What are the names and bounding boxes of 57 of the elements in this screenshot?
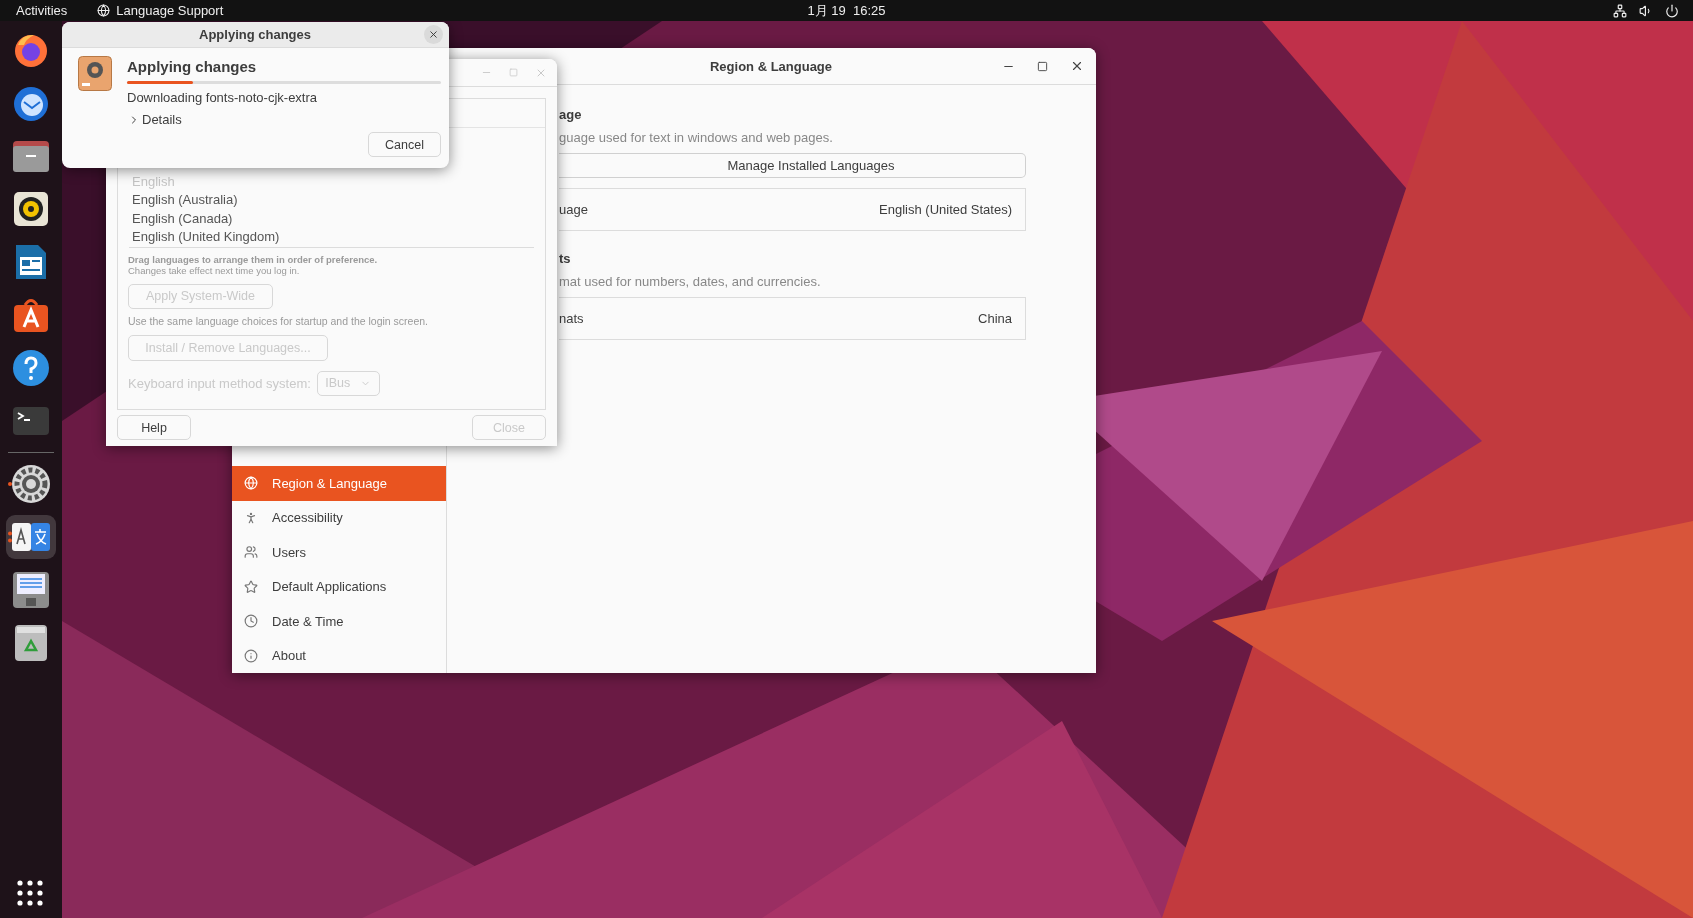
dialog-heading: Applying changes — [127, 58, 258, 75]
clock[interactable]: 1月 19 16:25 — [807, 1, 886, 20]
status-text: Downloading fonts-noto-cjk-extra — [127, 90, 319, 105]
sidebar-icon — [244, 648, 258, 663]
apply-note: Use the same language choices for startup and the login screen. — [128, 315, 428, 327]
trash-icon[interactable] — [14, 624, 48, 662]
sidebar-item[interactable]: Date & Time — [232, 604, 446, 639]
row-label: nats — [559, 311, 584, 326]
close-button[interactable] — [424, 25, 443, 44]
window-title: Region & Language — [709, 58, 833, 74]
drag-note: Changes take effect next time you log in. — [128, 264, 300, 276]
folder-icon[interactable] — [12, 139, 50, 173]
section-description: mat used for numbers, dates, and currencies. — [559, 274, 822, 289]
row-value: China — [978, 311, 1012, 326]
setting-row[interactable]: nats China — [559, 297, 1026, 340]
sidebar-item[interactable]: Users — [232, 535, 446, 570]
document-icon[interactable] — [14, 243, 48, 281]
section-heading: ts — [559, 251, 572, 266]
row-value: English (United States) — [879, 202, 1012, 217]
help-icon[interactable] — [12, 349, 50, 387]
language-item[interactable]: English (United Kingdom) — [132, 228, 534, 247]
drag-hint: Drag languages to arrange them in order of preference. — [128, 253, 378, 265]
sidebar-icon — [244, 476, 258, 491]
manage-languages-button[interactable]: Manage Installed Languages — [559, 153, 1026, 178]
sidebar-item[interactable]: Default Applications — [232, 569, 446, 604]
sidebar-item[interactable]: About — [232, 638, 446, 673]
dock-item[interactable] — [6, 515, 56, 559]
cancel-button[interactable]: Cancel — [368, 132, 441, 157]
translate-icon[interactable] — [11, 522, 51, 552]
details-expander[interactable]: Details — [128, 112, 441, 127]
sidebar-icon — [244, 510, 258, 525]
close-icon — [428, 29, 439, 40]
sidebar-item[interactable]: Region & Language — [232, 466, 446, 501]
dialog-title: Applying changes — [199, 27, 311, 42]
language-item[interactable]: English (Australia) — [132, 191, 534, 210]
shopping-bag-icon[interactable] — [12, 296, 50, 334]
sidebar-icon — [244, 614, 258, 629]
sidebar-icon — [244, 545, 258, 560]
terminal-icon[interactable] — [12, 406, 50, 436]
row-label: uage — [559, 202, 588, 217]
power-icon[interactable] — [1665, 3, 1679, 18]
section-heading: age — [559, 107, 583, 122]
close-icon[interactable] — [1070, 59, 1084, 73]
speaker-icon[interactable] — [13, 191, 49, 227]
activities-button[interactable]: Activities — [16, 3, 68, 18]
section-description: guage used for text in windows and web pages. — [559, 130, 834, 145]
globe-icon — [97, 4, 111, 17]
network-icon[interactable] — [1613, 3, 1627, 18]
app-menu[interactable]: Language Support — [97, 3, 224, 18]
apps-grid-icon[interactable] — [17, 880, 43, 906]
sidebar-icon — [244, 579, 258, 594]
help-button[interactable]: Help — [117, 415, 191, 440]
language-item[interactable]: English (Canada) — [132, 209, 534, 229]
maximize-icon[interactable] — [1037, 60, 1048, 72]
setting-row[interactable]: uage English (United States) — [559, 188, 1026, 231]
sidebar-item[interactable]: Accessibility — [232, 500, 446, 535]
package-icon — [78, 56, 112, 91]
